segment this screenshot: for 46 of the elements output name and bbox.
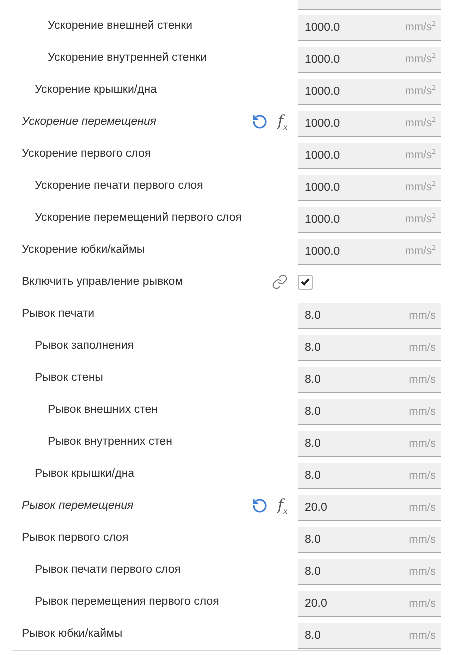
setting-label: Рывок заполнения xyxy=(35,340,136,352)
input-field[interactable]: 20.0 mm/s xyxy=(298,495,441,521)
input-field[interactable]: 8.0 mm/s xyxy=(298,463,441,489)
setting-label: Ускорение первого слоя xyxy=(22,148,152,160)
input-field[interactable]: 1000.0 mm/s$^{2}$ xyxy=(298,239,441,265)
input-field[interactable]: 8.0 mm/s xyxy=(298,623,441,649)
setting-label: Рывок перемещения xyxy=(22,500,135,512)
input-field[interactable]: 8.0 mm/s xyxy=(298,367,441,393)
formula-button[interactable]: f$_{x}$ xyxy=(278,112,288,132)
setting-label: Рывок печати xyxy=(22,308,96,320)
input-field[interactable]: 1000.0 mm/s$^{2}$ xyxy=(298,175,441,201)
setting-label: Рывок первого слоя xyxy=(22,532,130,544)
input-field[interactable]: 8.0 mm/s xyxy=(298,335,441,361)
setting-label: Ускорение печати первого слоя xyxy=(35,180,204,192)
setting-label: Рывок стены xyxy=(35,372,104,384)
setting-label: Рывок внешних стен xyxy=(48,404,159,416)
input-field[interactable]: 1000.0 mm/s$^{2}$ xyxy=(298,47,441,73)
setting-label: Ускорение юбки/каймы xyxy=(22,244,146,256)
setting-label: Ускорение внутренней стенки xyxy=(48,52,208,64)
setting-label: Ускорение крышки/дна xyxy=(35,84,158,96)
input-field[interactable]: 1000.0 mm/s$^{2}$ xyxy=(298,79,441,105)
check-icon xyxy=(301,278,310,286)
input-field[interactable]: 8.0 mm/s xyxy=(298,399,441,425)
reset-icon[interactable] xyxy=(252,498,268,514)
setting-label: Включить управление рывком xyxy=(22,276,184,288)
setting-label: Рывок печати первого слоя xyxy=(35,564,182,576)
setting-label: Ускорение перемещения xyxy=(22,116,158,128)
input-field[interactable]: 1000.0 mm/s$^{2}$ xyxy=(298,111,441,137)
setting-label: Рывок перемещения первого слоя xyxy=(35,596,220,608)
setting-label: Рывок внутренних стен xyxy=(48,436,174,448)
input-field[interactable]: 8.0 mm/s xyxy=(298,559,441,585)
input-field[interactable]: 1000.0 mm/s$^{2}$ xyxy=(298,207,441,233)
input-field[interactable]: 20.0 mm/s xyxy=(298,591,441,617)
setting-label: Ускорение перемещений первого слоя xyxy=(35,212,243,224)
setting-label: Рывок крышки/дна xyxy=(35,468,136,480)
input-field[interactable] xyxy=(298,0,441,10)
formula-button[interactable]: f$_{x}$ xyxy=(278,496,288,516)
input-field[interactable]: 8.0 mm/s xyxy=(298,431,441,457)
input-field[interactable]: 8.0 mm/s xyxy=(298,303,441,329)
input-field[interactable]: 8.0 mm/s xyxy=(298,527,441,553)
reset-icon[interactable] xyxy=(252,114,268,130)
checkbox[interactable] xyxy=(298,274,313,290)
setting-label: Рывок юбки/каймы xyxy=(22,628,124,640)
setting-label: Ускорение внешней стенки xyxy=(48,20,194,32)
input-field[interactable]: 1000.0 mm/s$^{2}$ xyxy=(298,15,441,41)
input-field[interactable]: 1000.0 mm/s$^{2}$ xyxy=(298,143,441,169)
